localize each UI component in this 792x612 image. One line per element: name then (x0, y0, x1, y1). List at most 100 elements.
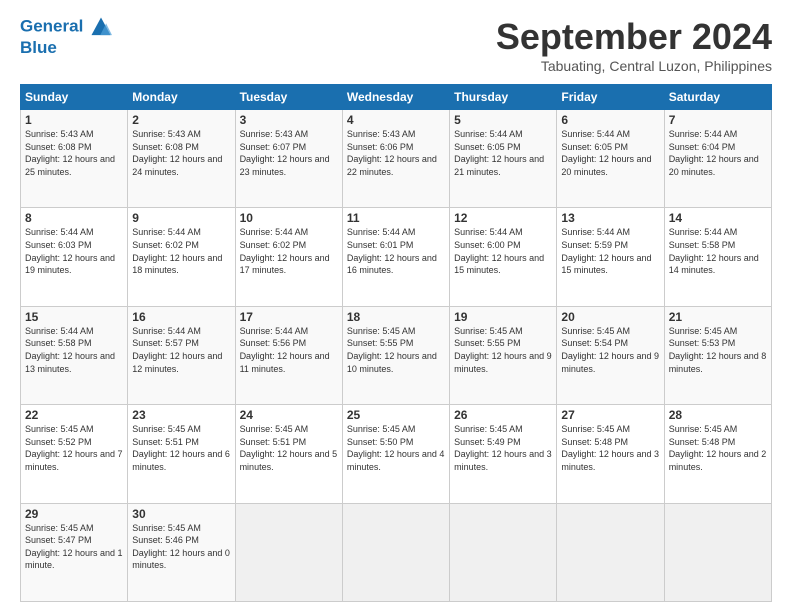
location: Tabuating, Central Luzon, Philippines (496, 58, 772, 74)
day-number: 28 (669, 408, 767, 422)
day-info: Sunrise: 5:45 AMSunset: 5:54 PMDaylight:… (561, 325, 659, 375)
calendar-cell: 21Sunrise: 5:45 AMSunset: 5:53 PMDayligh… (664, 306, 771, 404)
day-number: 10 (240, 211, 338, 225)
calendar-row: 8Sunrise: 5:44 AMSunset: 6:03 PMDaylight… (21, 208, 772, 306)
day-number: 11 (347, 211, 445, 225)
calendar-cell: 3Sunrise: 5:43 AMSunset: 6:07 PMDaylight… (235, 110, 342, 208)
calendar-cell: 7Sunrise: 5:44 AMSunset: 6:04 PMDaylight… (664, 110, 771, 208)
day-number: 14 (669, 211, 767, 225)
calendar-cell (450, 503, 557, 601)
col-tuesday: Tuesday (235, 85, 342, 110)
calendar-cell: 12Sunrise: 5:44 AMSunset: 6:00 PMDayligh… (450, 208, 557, 306)
day-info: Sunrise: 5:45 AMSunset: 5:55 PMDaylight:… (454, 325, 552, 375)
day-info: Sunrise: 5:45 AMSunset: 5:48 PMDaylight:… (669, 423, 767, 473)
day-info: Sunrise: 5:44 AMSunset: 5:58 PMDaylight:… (25, 325, 123, 375)
day-info: Sunrise: 5:44 AMSunset: 5:59 PMDaylight:… (561, 226, 659, 276)
calendar-table: Sunday Monday Tuesday Wednesday Thursday… (20, 84, 772, 602)
day-info: Sunrise: 5:44 AMSunset: 6:03 PMDaylight:… (25, 226, 123, 276)
day-info: Sunrise: 5:43 AMSunset: 6:06 PMDaylight:… (347, 128, 445, 178)
calendar-cell: 27Sunrise: 5:45 AMSunset: 5:48 PMDayligh… (557, 405, 664, 503)
calendar-cell: 26Sunrise: 5:45 AMSunset: 5:49 PMDayligh… (450, 405, 557, 503)
day-info: Sunrise: 5:44 AMSunset: 6:00 PMDaylight:… (454, 226, 552, 276)
day-info: Sunrise: 5:44 AMSunset: 6:05 PMDaylight:… (561, 128, 659, 178)
day-info: Sunrise: 5:45 AMSunset: 5:51 PMDaylight:… (240, 423, 338, 473)
day-number: 20 (561, 310, 659, 324)
day-info: Sunrise: 5:44 AMSunset: 5:57 PMDaylight:… (132, 325, 230, 375)
calendar-cell: 25Sunrise: 5:45 AMSunset: 5:50 PMDayligh… (342, 405, 449, 503)
calendar-cell: 23Sunrise: 5:45 AMSunset: 5:51 PMDayligh… (128, 405, 235, 503)
calendar-row: 29Sunrise: 5:45 AMSunset: 5:47 PMDayligh… (21, 503, 772, 601)
day-number: 13 (561, 211, 659, 225)
col-friday: Friday (557, 85, 664, 110)
calendar-cell: 5Sunrise: 5:44 AMSunset: 6:05 PMDaylight… (450, 110, 557, 208)
calendar-cell: 6Sunrise: 5:44 AMSunset: 6:05 PMDaylight… (557, 110, 664, 208)
day-number: 26 (454, 408, 552, 422)
calendar-cell: 2Sunrise: 5:43 AMSunset: 6:08 PMDaylight… (128, 110, 235, 208)
day-info: Sunrise: 5:44 AMSunset: 6:05 PMDaylight:… (454, 128, 552, 178)
day-info: Sunrise: 5:45 AMSunset: 5:46 PMDaylight:… (132, 522, 230, 572)
calendar-row: 15Sunrise: 5:44 AMSunset: 5:58 PMDayligh… (21, 306, 772, 404)
day-info: Sunrise: 5:44 AMSunset: 6:01 PMDaylight:… (347, 226, 445, 276)
col-thursday: Thursday (450, 85, 557, 110)
day-number: 16 (132, 310, 230, 324)
day-number: 12 (454, 211, 552, 225)
logo-icon (90, 16, 112, 38)
day-number: 30 (132, 507, 230, 521)
day-number: 3 (240, 113, 338, 127)
calendar-cell: 11Sunrise: 5:44 AMSunset: 6:01 PMDayligh… (342, 208, 449, 306)
logo-text: General (20, 16, 112, 38)
day-number: 8 (25, 211, 123, 225)
day-number: 25 (347, 408, 445, 422)
day-info: Sunrise: 5:43 AMSunset: 6:07 PMDaylight:… (240, 128, 338, 178)
calendar-cell (557, 503, 664, 601)
col-monday: Monday (128, 85, 235, 110)
calendar-cell: 16Sunrise: 5:44 AMSunset: 5:57 PMDayligh… (128, 306, 235, 404)
day-info: Sunrise: 5:44 AMSunset: 5:58 PMDaylight:… (669, 226, 767, 276)
calendar-cell: 4Sunrise: 5:43 AMSunset: 6:06 PMDaylight… (342, 110, 449, 208)
calendar-cell: 30Sunrise: 5:45 AMSunset: 5:46 PMDayligh… (128, 503, 235, 601)
calendar-cell: 15Sunrise: 5:44 AMSunset: 5:58 PMDayligh… (21, 306, 128, 404)
calendar-cell (235, 503, 342, 601)
logo: General Blue (20, 16, 112, 58)
calendar-cell: 29Sunrise: 5:45 AMSunset: 5:47 PMDayligh… (21, 503, 128, 601)
calendar-cell: 22Sunrise: 5:45 AMSunset: 5:52 PMDayligh… (21, 405, 128, 503)
title-block: September 2024 Tabuating, Central Luzon,… (496, 16, 772, 74)
day-number: 18 (347, 310, 445, 324)
day-number: 22 (25, 408, 123, 422)
day-number: 21 (669, 310, 767, 324)
calendar-cell: 9Sunrise: 5:44 AMSunset: 6:02 PMDaylight… (128, 208, 235, 306)
day-info: Sunrise: 5:43 AMSunset: 6:08 PMDaylight:… (132, 128, 230, 178)
day-number: 6 (561, 113, 659, 127)
header: General Blue September 2024 Tabuating, C… (20, 16, 772, 74)
logo-blue: Blue (20, 38, 112, 58)
day-info: Sunrise: 5:45 AMSunset: 5:47 PMDaylight:… (25, 522, 123, 572)
day-number: 7 (669, 113, 767, 127)
calendar-cell (342, 503, 449, 601)
calendar-row: 22Sunrise: 5:45 AMSunset: 5:52 PMDayligh… (21, 405, 772, 503)
calendar-cell: 24Sunrise: 5:45 AMSunset: 5:51 PMDayligh… (235, 405, 342, 503)
day-number: 4 (347, 113, 445, 127)
calendar-cell: 18Sunrise: 5:45 AMSunset: 5:55 PMDayligh… (342, 306, 449, 404)
calendar-row: 1Sunrise: 5:43 AMSunset: 6:08 PMDaylight… (21, 110, 772, 208)
page: General Blue September 2024 Tabuating, C… (0, 0, 792, 612)
col-saturday: Saturday (664, 85, 771, 110)
calendar-cell: 20Sunrise: 5:45 AMSunset: 5:54 PMDayligh… (557, 306, 664, 404)
day-info: Sunrise: 5:45 AMSunset: 5:55 PMDaylight:… (347, 325, 445, 375)
day-number: 24 (240, 408, 338, 422)
calendar-cell: 8Sunrise: 5:44 AMSunset: 6:03 PMDaylight… (21, 208, 128, 306)
day-number: 15 (25, 310, 123, 324)
calendar-cell: 19Sunrise: 5:45 AMSunset: 5:55 PMDayligh… (450, 306, 557, 404)
calendar-cell: 17Sunrise: 5:44 AMSunset: 5:56 PMDayligh… (235, 306, 342, 404)
day-number: 9 (132, 211, 230, 225)
calendar-cell: 10Sunrise: 5:44 AMSunset: 6:02 PMDayligh… (235, 208, 342, 306)
day-info: Sunrise: 5:45 AMSunset: 5:53 PMDaylight:… (669, 325, 767, 375)
col-sunday: Sunday (21, 85, 128, 110)
day-info: Sunrise: 5:45 AMSunset: 5:48 PMDaylight:… (561, 423, 659, 473)
day-number: 2 (132, 113, 230, 127)
header-row: Sunday Monday Tuesday Wednesday Thursday… (21, 85, 772, 110)
col-wednesday: Wednesday (342, 85, 449, 110)
calendar-cell: 14Sunrise: 5:44 AMSunset: 5:58 PMDayligh… (664, 208, 771, 306)
day-number: 29 (25, 507, 123, 521)
day-info: Sunrise: 5:44 AMSunset: 6:04 PMDaylight:… (669, 128, 767, 178)
day-number: 27 (561, 408, 659, 422)
